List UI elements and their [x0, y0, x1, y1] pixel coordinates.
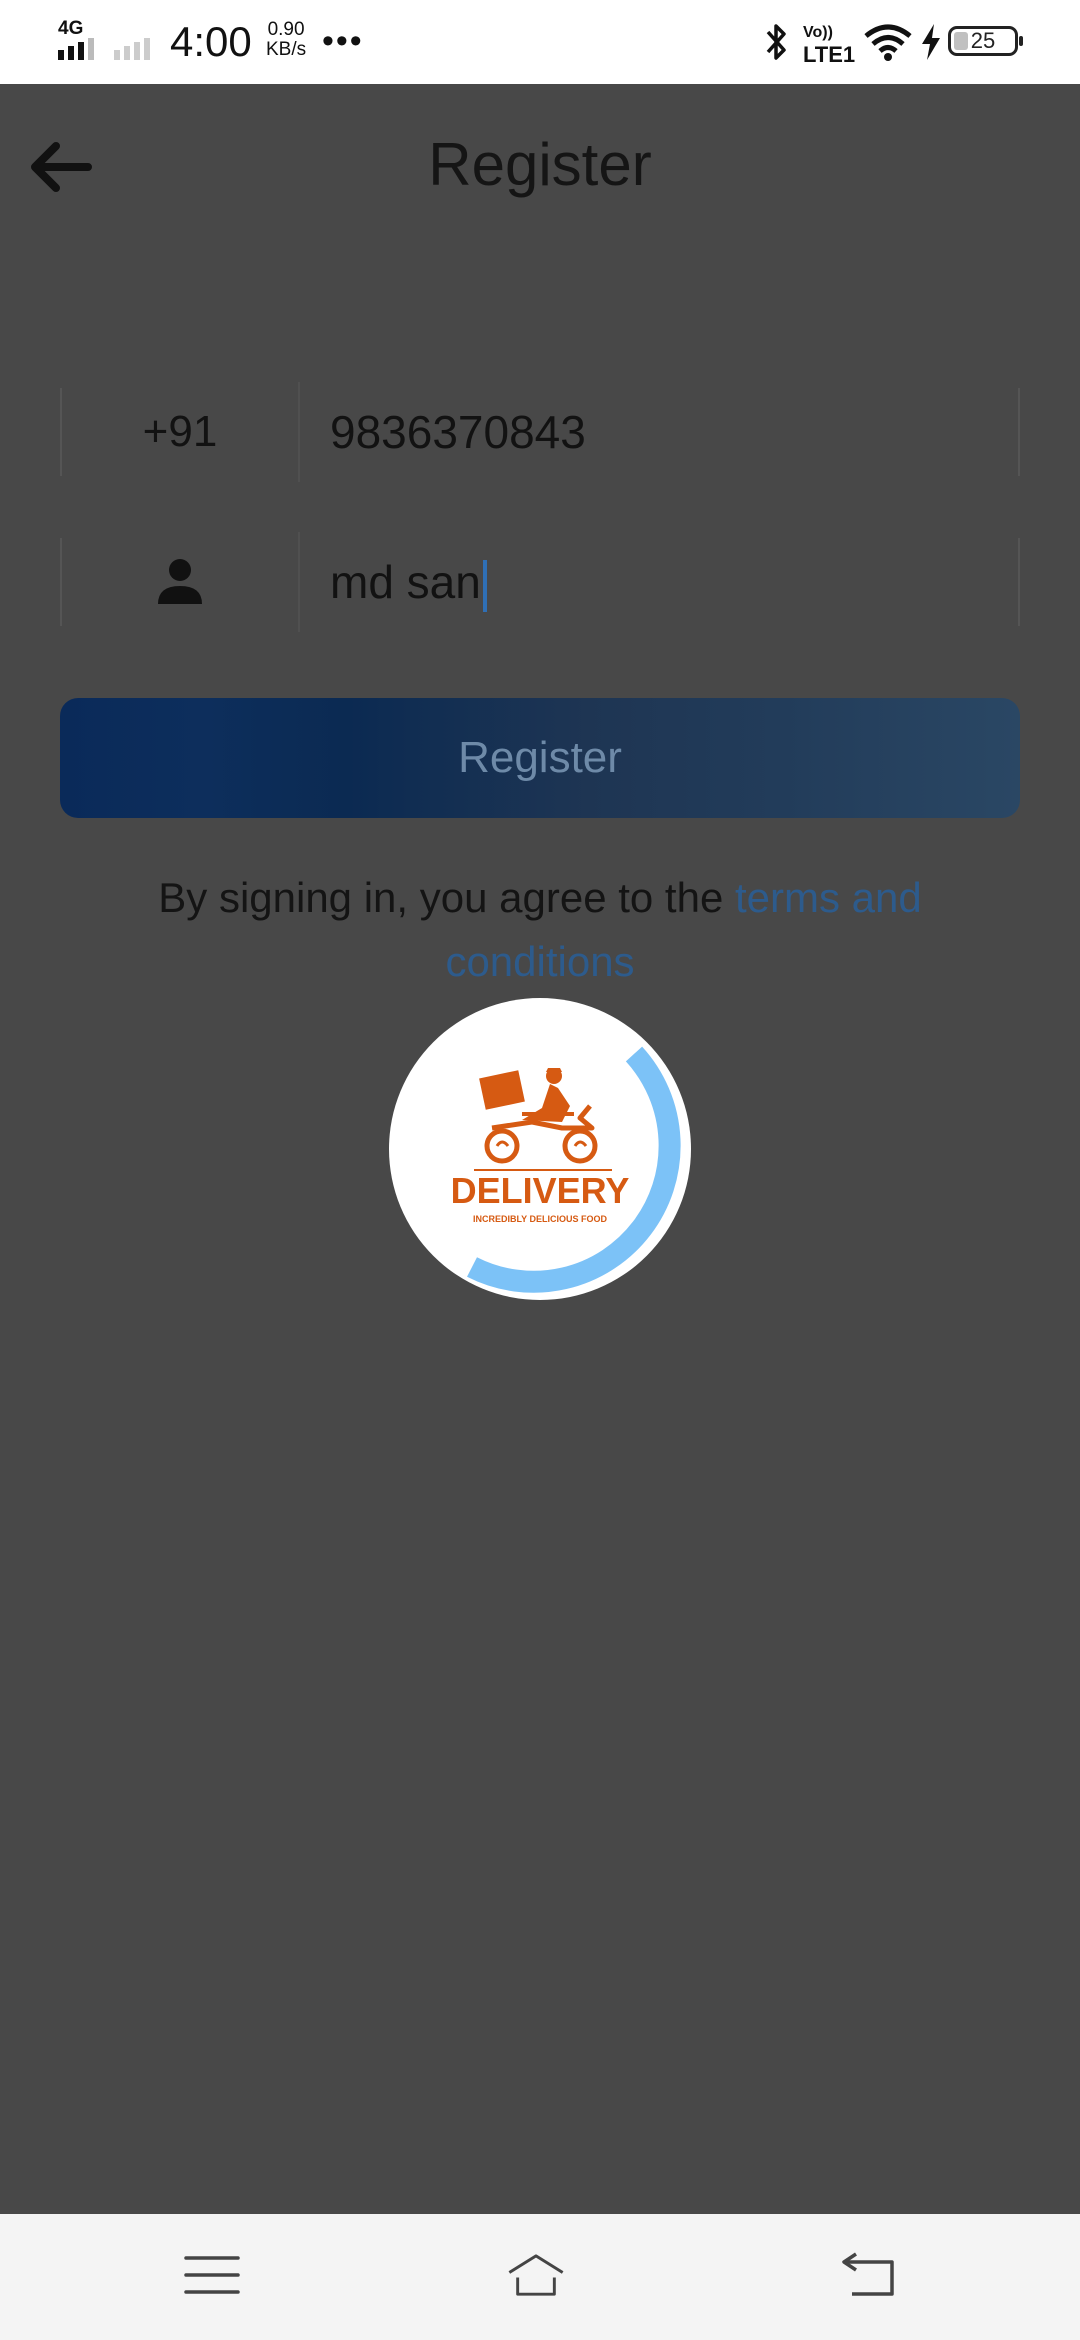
- wifi-icon: [864, 24, 912, 61]
- charging-icon: [922, 24, 940, 60]
- field-divider: [298, 532, 300, 632]
- network-type: 4G: [58, 18, 84, 39]
- page-title: Register: [428, 131, 652, 198]
- battery-level: 25: [970, 28, 996, 53]
- volte-indicator: Vo)) LTE1: [803, 22, 855, 66]
- battery-fill: [954, 32, 968, 50]
- menu-icon[interactable]: [182, 2248, 242, 2302]
- speed-unit: KB/s: [266, 39, 307, 60]
- brand-name: DELIVERY: [450, 1170, 630, 1211]
- signal-icon: [58, 38, 94, 60]
- field-border-right: [1018, 388, 1020, 476]
- signal-2-icon: [114, 38, 150, 60]
- battery-icon: 25: [948, 26, 1023, 56]
- field-border-right: [1018, 538, 1020, 626]
- system-nav-bar: [0, 2214, 1080, 2340]
- terms-text: By signing in, you agree to the terms an…: [80, 866, 1000, 994]
- clock: 4:00: [170, 18, 252, 65]
- more-icon: •••: [322, 22, 364, 60]
- name-input-value: md san: [330, 556, 481, 608]
- network-speed: 0.90 KB/s: [266, 20, 306, 60]
- delivery-scooter-icon: [474, 1068, 612, 1171]
- name-input[interactable]: md san: [330, 532, 487, 632]
- field-border-left: [60, 538, 62, 626]
- phone-input[interactable]: 9836370843: [330, 382, 586, 482]
- home-icon[interactable]: [506, 2248, 566, 2302]
- bluetooth-icon: [766, 24, 786, 60]
- lte-label: LTE1: [803, 42, 856, 67]
- country-code[interactable]: +91: [60, 382, 300, 482]
- phone-field[interactable]: +91 9836370843: [60, 382, 1020, 482]
- person-icon: [158, 559, 202, 604]
- terms-prefix: By signing in, you agree to the: [158, 874, 735, 921]
- status-bar: 4G 4:00 0.90 KB/s ••• Vo)) LTE1 25: [0, 0, 1080, 84]
- brand-tagline: INCREDIBLY DELICIOUS FOOD: [472, 1214, 607, 1224]
- speed-value: 0.90: [267, 19, 305, 40]
- volte-label: Vo)): [803, 24, 833, 41]
- register-button[interactable]: Register: [60, 698, 1020, 818]
- field-divider: [298, 382, 300, 482]
- back-icon[interactable]: [838, 2248, 898, 2302]
- name-field[interactable]: md san: [60, 532, 1020, 632]
- text-cursor: [482, 559, 487, 612]
